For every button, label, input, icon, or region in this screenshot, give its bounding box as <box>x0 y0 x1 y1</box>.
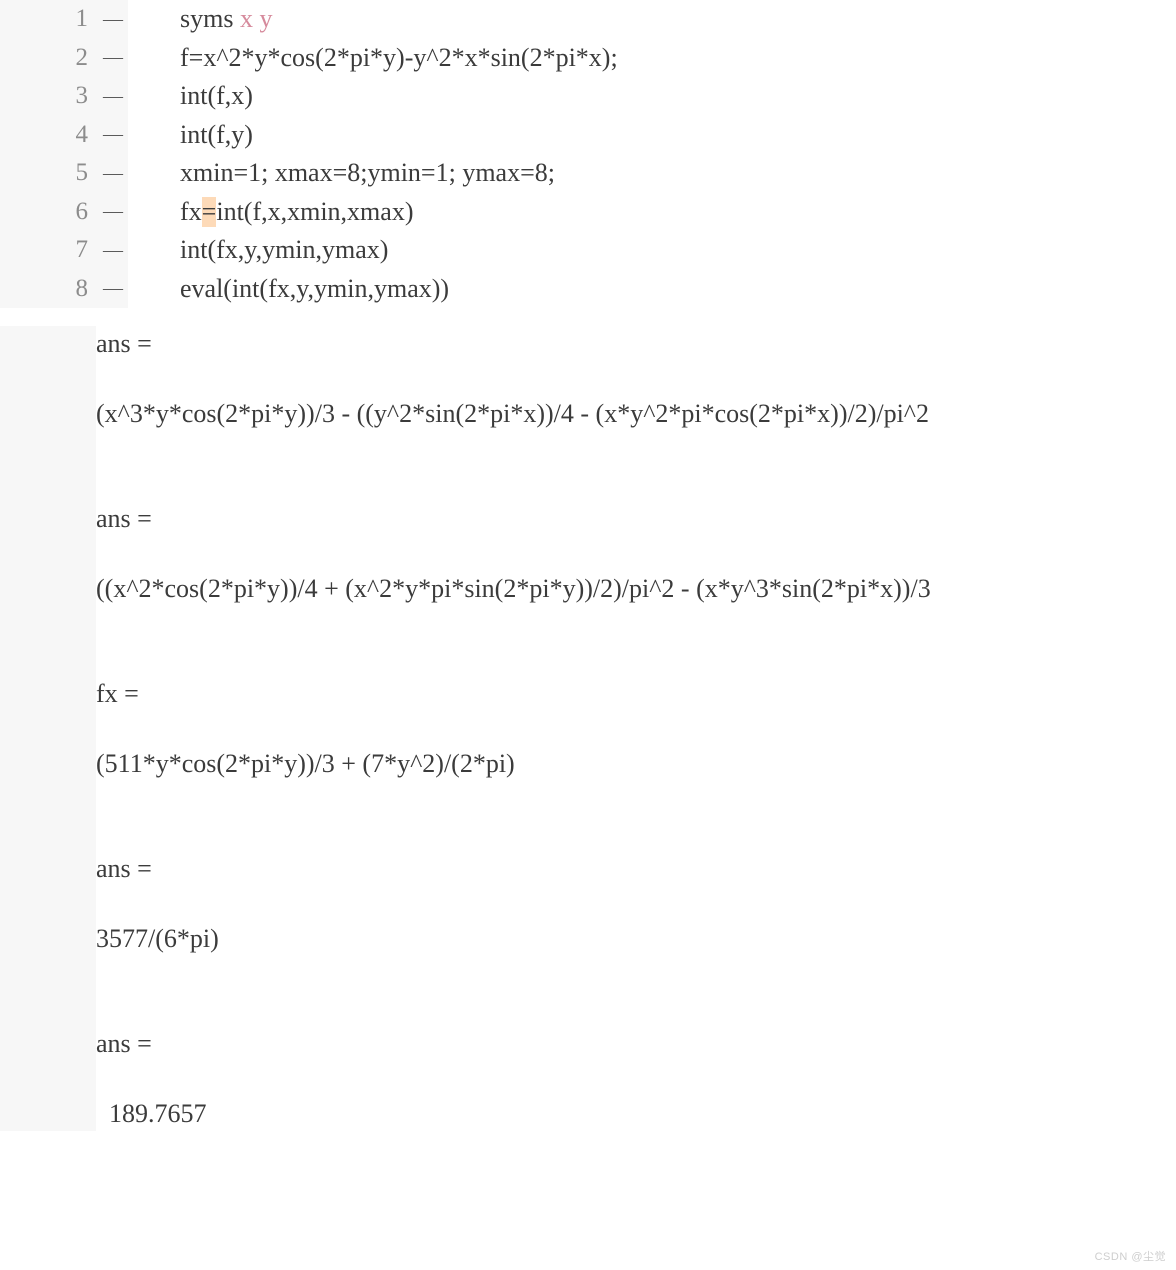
line-number: 5 <box>48 159 98 187</box>
code-line[interactable]: int(f,y) <box>180 116 1176 155</box>
symbolic-variable: y <box>259 4 272 34</box>
blank-line <box>96 431 1176 466</box>
output-body: ans = (x^3*y*cos(2*pi*y))/3 - ((y^2*sin(2… <box>96 326 1176 1131</box>
code-line[interactable]: fx=int(f,x,xmin,xmax) <box>180 193 1176 232</box>
code-marker-dash: — <box>98 85 128 108</box>
code-segment: xmin=1; xmax=8;ymin=1; ymax=8; <box>180 158 555 188</box>
code-marker-dash: — <box>98 239 128 262</box>
code-marker-dash: — <box>98 200 128 223</box>
blank-line <box>96 361 1176 396</box>
code-line[interactable]: eval(int(fx,y,ymin,ymax)) <box>180 270 1176 309</box>
blank-line <box>96 781 1176 816</box>
code-editor[interactable]: 1—2—3—4—5—6—7—8— syms x yf=x^2*y*cos(2*p… <box>0 0 1176 308</box>
code-line[interactable]: f=x^2*y*cos(2*pi*y)-y^2*x*sin(2*pi*x); <box>180 39 1176 78</box>
output-line: (x^3*y*cos(2*pi*y))/3 - ((y^2*sin(2*pi*x… <box>96 396 1176 431</box>
gutter-row: 6— <box>0 193 128 232</box>
gutter-row: 7— <box>0 231 128 270</box>
code-marker-dash: — <box>98 277 128 300</box>
watermark-text: CSDN @尘觉 <box>1095 1248 1166 1264</box>
command-output: ans = (x^3*y*cos(2*pi*y))/3 - ((y^2*sin(2… <box>0 326 1176 1131</box>
output-line: ans = <box>96 1026 1176 1061</box>
code-marker-dash: — <box>98 123 128 146</box>
output-line: ((x^2*cos(2*pi*y))/4 + (x^2*y*pi*sin(2*p… <box>96 571 1176 606</box>
matlab-screenshot: 1—2—3—4—5—6—7—8— syms x yf=x^2*y*cos(2*p… <box>0 0 1176 1270</box>
code-segment: eval(int(fx,y,ymin,ymax)) <box>180 274 449 304</box>
line-number: 3 <box>48 82 98 110</box>
gutter-row: 2— <box>0 39 128 78</box>
blank-line <box>96 711 1176 746</box>
code-line[interactable]: int(f,x) <box>180 77 1176 116</box>
blank-line <box>96 466 1176 501</box>
blank-line <box>96 641 1176 676</box>
output-line: 3577/(6*pi) <box>96 921 1176 956</box>
blank-line <box>96 991 1176 1026</box>
code-marker-dash: — <box>98 8 128 31</box>
code-line[interactable]: syms x y <box>180 0 1176 39</box>
code-lines[interactable]: syms x y f=x^2*y*cos(2*pi*y)-y^2*x*sin(2*… <box>128 0 1176 308</box>
output-line: ans = <box>96 851 1176 886</box>
code-segment: int(f,x,xmin,xmax) <box>216 197 413 227</box>
gutter-row: 5— <box>0 154 128 193</box>
output-line: fx = <box>96 676 1176 711</box>
output-line: ans = <box>96 501 1176 536</box>
output-line: ans = <box>96 326 1176 361</box>
code-segment: int(f,y) <box>180 120 253 150</box>
code-segment: fx <box>180 197 202 227</box>
line-number: 1 <box>48 5 98 33</box>
code-marker-dash: — <box>98 162 128 185</box>
gutter-row: 4— <box>0 116 128 155</box>
gutter-row: 1— <box>0 0 128 39</box>
output-line: (511*y*cos(2*pi*y))/3 + (7*y^2)/(2*pi) <box>96 746 1176 781</box>
code-segment: syms <box>180 4 240 34</box>
code-segment: f=x^2*y*cos(2*pi*y)-y^2*x*sin(2*pi*x); <box>180 43 618 73</box>
blank-line <box>96 606 1176 641</box>
blank-line <box>96 1061 1176 1096</box>
line-number-gutter: 1—2—3—4—5—6—7—8— <box>0 0 128 308</box>
gutter-row: 8— <box>0 270 128 309</box>
blank-line <box>96 886 1176 921</box>
code-segment: int(f,x) <box>180 81 253 111</box>
output-line: 189.7657 <box>96 1096 1176 1131</box>
code-line[interactable]: int(fx,y,ymin,ymax) <box>180 231 1176 270</box>
blank-line <box>96 816 1176 851</box>
symbolic-variable: x <box>240 4 253 34</box>
line-number: 6 <box>48 198 98 226</box>
line-number: 4 <box>48 121 98 149</box>
blank-line <box>96 536 1176 571</box>
code-line[interactable]: xmin=1; xmax=8;ymin=1; ymax=8; <box>180 154 1176 193</box>
line-number: 2 <box>48 44 98 72</box>
code-segment: int(fx,y,ymin,ymax) <box>180 235 388 265</box>
line-number: 7 <box>48 236 98 264</box>
output-gutter <box>0 326 96 1131</box>
blank-line <box>96 956 1176 991</box>
line-number: 8 <box>48 275 98 303</box>
gutter-row: 3— <box>0 77 128 116</box>
cursor-highlight: = <box>202 197 217 227</box>
code-marker-dash: — <box>98 46 128 69</box>
